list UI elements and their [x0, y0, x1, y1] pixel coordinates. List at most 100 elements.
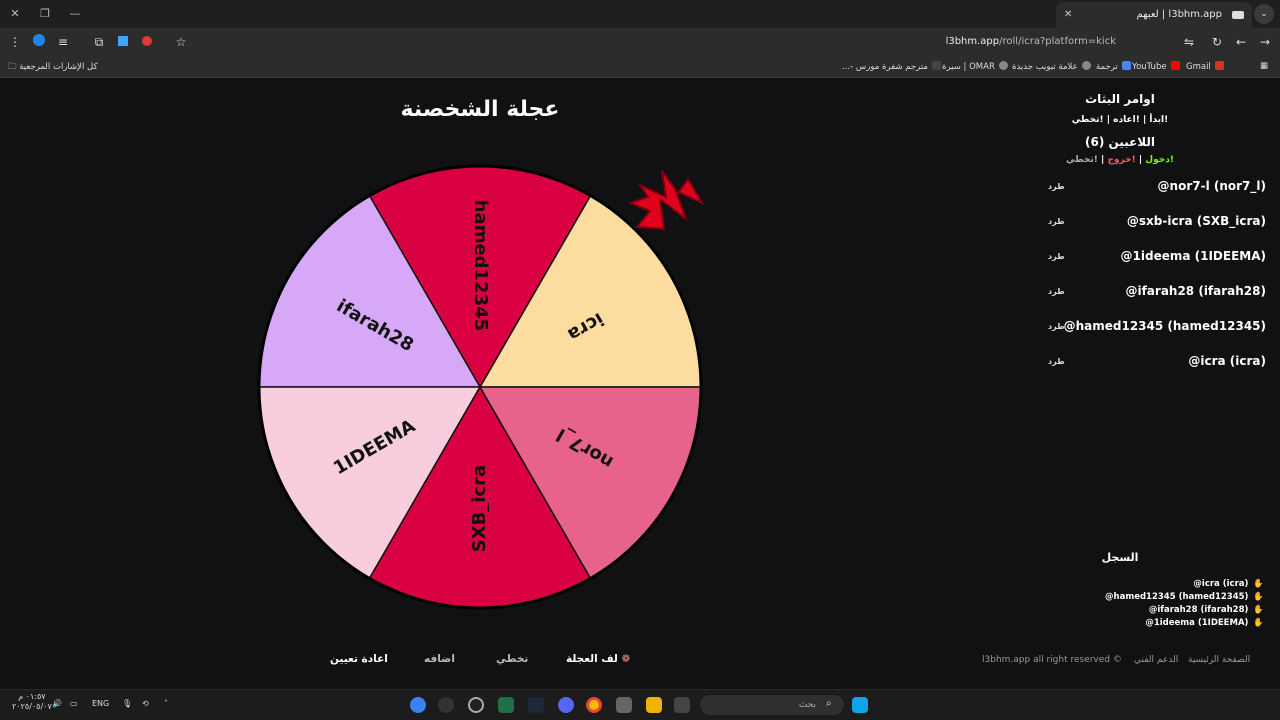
- skip-command: !تخطي: [1066, 155, 1098, 165]
- bookmark-youtube[interactable]: YouTube: [1132, 61, 1180, 72]
- log-item: @ifarah28 (ifarah28) ✋: [1148, 605, 1264, 615]
- kick-button[interactable]: طرد: [1048, 252, 1065, 261]
- display-icon[interactable]: ▭: [70, 699, 78, 708]
- back-arrow-icon[interactable]: ←: [1232, 33, 1250, 51]
- extension-blue-icon[interactable]: [114, 33, 132, 51]
- player-row: @ifarah28 (ifarah28) طرد: [1040, 284, 1268, 304]
- file-explorer-icon[interactable]: [646, 697, 662, 713]
- player-name: @nor7-l (nor7_l): [1157, 179, 1266, 193]
- wave-hand-icon: ✋: [1253, 618, 1264, 628]
- commands-title: اوامر البثاث: [1085, 92, 1155, 106]
- forward-arrow-icon[interactable]: →: [1256, 33, 1274, 51]
- app-icon-1[interactable]: [410, 697, 426, 713]
- menu-dots-icon[interactable]: ⋮: [6, 33, 24, 51]
- url-path: /roll/icra?platform=kick: [999, 36, 1116, 47]
- app-icon-3[interactable]: [468, 697, 484, 713]
- spin-wheel[interactable]: icrahamed12345ifarah281IDEEMASXB_icranor…: [0, 79, 760, 639]
- tray-chevron-icon[interactable]: ˄: [164, 699, 168, 708]
- sync-icon[interactable]: ⟲: [142, 699, 149, 708]
- player-row: @icra (icra) طرد: [1040, 354, 1268, 374]
- commands-list: !ابدأ | !اعاده | !تخطي: [1071, 115, 1169, 125]
- tab-search-icon[interactable]: ⌄: [1254, 4, 1274, 24]
- window-minimize-icon[interactable]: —: [60, 0, 90, 28]
- window-restore-icon[interactable]: ❐: [30, 0, 60, 28]
- log-item: @icra (icra) ✋: [1193, 579, 1264, 589]
- reset-button[interactable]: اعادة تعيين: [330, 653, 388, 665]
- player-row: @sxb-icra (SXB_icra) طرد: [1040, 214, 1268, 234]
- wheel-segment-label: SXB_icra: [469, 465, 490, 552]
- bookmark-morse[interactable]: مترجم شفرة مورس -...: [842, 61, 941, 72]
- lightning-pointer-icon: [627, 170, 705, 231]
- bookmark-translate[interactable]: ترجمة: [1096, 61, 1131, 72]
- search-icon: ⌕: [826, 698, 832, 709]
- window-close-icon[interactable]: ✕: [0, 0, 30, 28]
- leave-command: !خروج: [1107, 155, 1136, 165]
- kick-button[interactable]: طرد: [1048, 357, 1065, 366]
- reload-icon[interactable]: ↻: [1208, 33, 1226, 51]
- kick-button[interactable]: طرد: [1048, 217, 1065, 226]
- player-row: @1ideema (1IDEEMA) طرد: [1040, 249, 1268, 269]
- player-name: @icra (icra): [1188, 354, 1266, 368]
- extensions-icon[interactable]: ⧉: [90, 33, 108, 51]
- bookmark-gmail[interactable]: Gmail: [1186, 61, 1224, 72]
- log-title: السجل: [1101, 551, 1139, 564]
- windows-taskbar: ٠١:٥٧ م ٢٠٢٥/٠٥/٠٧ 🔊 ▭ ENG 🎙 ⟲ ˄ بحث ⌕: [0, 689, 1280, 720]
- bookmark-omar[interactable]: OMAR | سيرة: [942, 61, 1008, 72]
- language-indicator[interactable]: ENG: [92, 699, 109, 708]
- tab-title: l3bhm.app | لعبهم: [1136, 9, 1222, 20]
- player-name: @sxb-icra (SXB_icra): [1126, 214, 1266, 228]
- player-row: @nor7-l (nor7_l) طرد: [1040, 179, 1268, 199]
- log-item: @1ideema (1IDEEMA) ✋: [1145, 618, 1264, 628]
- skip-button[interactable]: تخطي: [496, 653, 528, 665]
- url-host: l3bhm.app: [945, 36, 1000, 47]
- player-name: @ifarah28 (ifarah28): [1125, 284, 1266, 298]
- steam-icon[interactable]: [528, 697, 544, 713]
- excel-icon[interactable]: [498, 697, 514, 713]
- extension-red-icon[interactable]: [138, 33, 156, 51]
- players-commands: !دخول | !خروج | !تخطي: [1066, 155, 1174, 165]
- browser-toolbar: ⋮ ≡ ⧉ ☆ l3bhm.app/roll/icra?platform=kic…: [0, 28, 1280, 56]
- site-settings-icon[interactable]: ⇋: [1180, 33, 1198, 51]
- kick-button[interactable]: طرد: [1048, 322, 1065, 331]
- player-row: @hamed12345 (hamed12345) طرد: [1040, 319, 1268, 339]
- app-icon-2[interactable]: [438, 697, 454, 713]
- clock[interactable]: ٠١:٥٧ م ٢٠٢٥/٠٥/٠٧: [12, 692, 52, 712]
- tab-close-icon[interactable]: ✕: [1064, 2, 1072, 28]
- spin-wheel-button[interactable]: لف العجلة ❁: [566, 653, 630, 665]
- footer-copyright: l3bhm.app all right reserved ©: [982, 655, 1122, 665]
- log-item: @hamed12345 (hamed12345) ✋: [1105, 592, 1264, 602]
- media-control-icon[interactable]: ≡: [54, 33, 72, 51]
- chrome-icon[interactable]: [586, 697, 602, 713]
- browser-tab[interactable]: l3bhm.app | لعبهم ✕: [1056, 2, 1252, 28]
- players-title: اللاعبين (6): [1084, 135, 1156, 149]
- bookmark-star-icon[interactable]: ☆: [172, 33, 190, 51]
- address-bar[interactable]: l3bhm.app/roll/icra?platform=kick: [200, 31, 1200, 53]
- volume-icon[interactable]: 🔊: [52, 699, 62, 708]
- windows-start-icon[interactable]: [852, 697, 868, 713]
- bookmark-new-tab[interactable]: علامة تبويب جديدة: [1012, 61, 1091, 72]
- app-icon-5[interactable]: [674, 697, 690, 713]
- wave-hand-icon: ✋: [1253, 592, 1264, 602]
- kick-button[interactable]: طرد: [1048, 182, 1065, 191]
- join-command: !دخول: [1145, 155, 1174, 165]
- wave-hand-icon: ✋: [1253, 579, 1264, 589]
- profile-icon[interactable]: [30, 33, 48, 51]
- microphone-icon[interactable]: 🎙: [122, 699, 132, 708]
- wave-hand-icon: ✋: [1253, 605, 1264, 615]
- page-content: عجلة الشخصنة icra hamed12345 ifarah28 1IDEE…: [0, 79, 1280, 689]
- bookmarks-bar: كل الإشارات المرجعية 🗀 Gmail YouTube ترج…: [0, 56, 1280, 78]
- kick-button[interactable]: طرد: [1048, 287, 1065, 296]
- app-icon-4[interactable]: [616, 697, 632, 713]
- footer-home-link[interactable]: الصفحة الرئيسية: [1188, 655, 1250, 665]
- taskbar-search-input[interactable]: بحث: [700, 695, 844, 715]
- wheel-icon: ❁: [621, 653, 631, 665]
- footer-support-link[interactable]: الدعم الفني: [1134, 655, 1178, 665]
- player-name: @hamed12345 (hamed12345): [1063, 319, 1266, 333]
- browser-titlebar: ✕ ❐ — + l3bhm.app | لعبهم ✕ ⌄: [0, 0, 1280, 28]
- tab-favicon-icon: [1232, 11, 1244, 19]
- player-name: @1ideema (1IDEEMA): [1120, 249, 1266, 263]
- add-button[interactable]: اضافه: [424, 653, 455, 665]
- discord-icon[interactable]: [558, 697, 574, 713]
- all-bookmarks-button[interactable]: كل الإشارات المرجعية 🗀: [8, 61, 98, 75]
- apps-grid-icon[interactable]: ▦: [1260, 61, 1268, 71]
